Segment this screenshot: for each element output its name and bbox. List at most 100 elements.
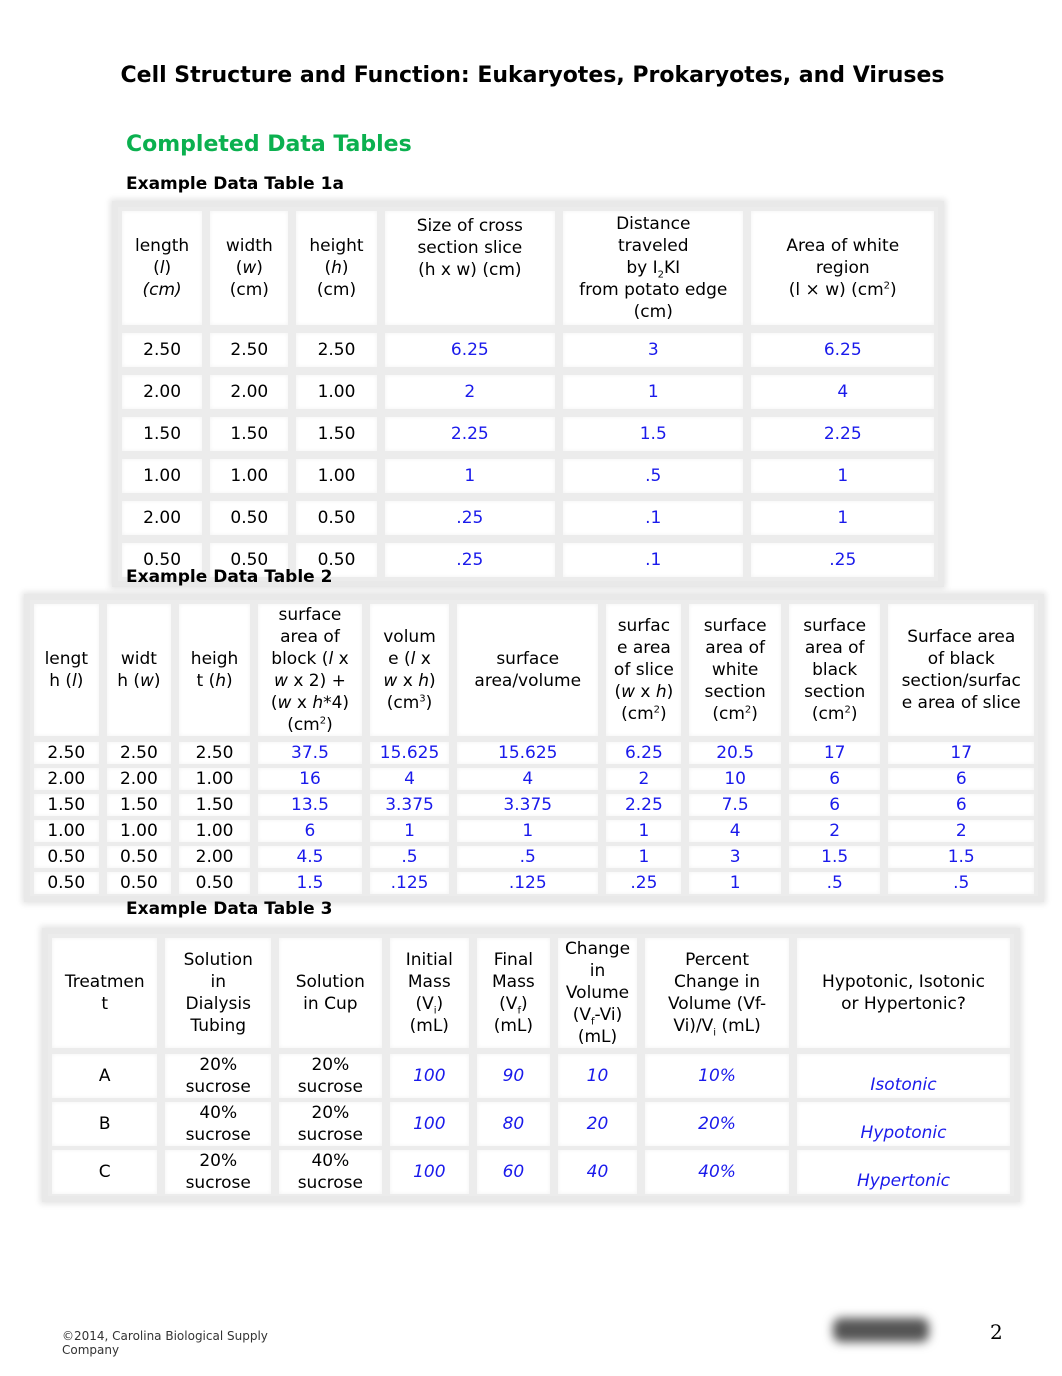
table-cell: 1.5 (253, 870, 366, 896)
table-cell: 100 (385, 1100, 473, 1148)
table3-header-row: Treatmen t Solution in Dialysis Tubing Solut… (48, 934, 1014, 1052)
table-cell: 2.50 (175, 740, 254, 766)
table-cell: 4 (453, 766, 603, 792)
table-cell: 20% sucrose (161, 1052, 275, 1100)
table-row: 1.50 1.50 1.50 2.25 1.5 2.25 (118, 413, 938, 455)
table-cell: 20% sucrose (161, 1148, 275, 1196)
table-cell: .5 (365, 844, 454, 870)
table-cell: 40% (641, 1148, 794, 1196)
table-row: B 40% sucrose 20% sucrose 100 80 20 20% Hypoton… (48, 1100, 1014, 1148)
table-cell: .5 (559, 455, 748, 497)
table-cell: .5 (884, 870, 1038, 896)
table-cell: 6 (884, 792, 1038, 818)
table-cell: 20% sucrose (274, 1052, 386, 1100)
data-table-3: Treatmen t Solution in Dialysis Tubing Solut… (42, 928, 1020, 1202)
table2-header-row: lengt h (l) widt h (w) heigh t (h) surface a… (30, 600, 1038, 740)
table-cell: 6.25 (380, 329, 560, 371)
t3-header-percent: Percent Change in Volume (Vf- Vi)/Vi (mL) (641, 934, 794, 1052)
table-cell: 20.5 (685, 740, 785, 766)
table-cell: 2 (784, 818, 885, 844)
t2-header-ratio: Surface area of black section/surfac e area… (884, 600, 1038, 740)
t2-header-sa-volume: surface area/volume (453, 600, 603, 740)
table-cell: .25 (380, 497, 560, 539)
table-cell: 7.5 (685, 792, 785, 818)
page-number: 2 (990, 1320, 1003, 1344)
table-cell: 3.375 (453, 792, 603, 818)
t2-header-width: widt h (w) (102, 600, 176, 740)
table-cell: 2.25 (602, 792, 686, 818)
table-cell: 1.00 (175, 766, 254, 792)
table-cell: 1 (602, 818, 686, 844)
t1-header-white-area: Area of white region (l × w) (cm2) (747, 207, 938, 329)
table-row: A 20% sucrose 20% sucrose 100 90 10 10% Isotoni… (48, 1052, 1014, 1100)
table-cell: 13.5 (253, 792, 366, 818)
table-cell: 40% sucrose (274, 1148, 386, 1196)
document-title: Cell Structure and Function: Eukaryotes,… (120, 63, 945, 88)
table-cell: 1 (747, 455, 938, 497)
table-row: 2.00 2.00 1.00 2 1 4 (118, 371, 938, 413)
table-cell: 2 (602, 766, 686, 792)
table2-caption: Example Data Table 2 (126, 567, 333, 587)
t1-header-height: height (h) (cm) (292, 207, 381, 329)
table-cell: 60 (472, 1148, 554, 1196)
table-cell: 0.50 (102, 870, 176, 896)
table-row: 1.00 1.00 1.00 6 1 1 1 4 2 2 (30, 818, 1038, 844)
table-cell: 1.00 (206, 455, 293, 497)
table-row: 2.50 2.50 2.50 37.5 15.625 15.625 6.25 20.5 17 17 (30, 740, 1038, 766)
t2-header-block-sa: surface area of block (l xw x 2) + (w x h*4… (253, 600, 366, 740)
table-cell: 10 (553, 1052, 642, 1100)
table-cell: 1 (602, 844, 686, 870)
table-cell: 2.50 (30, 740, 103, 766)
t2-header-black-sa: surface area of black section (cm2) (784, 600, 885, 740)
table-cell: C (48, 1148, 162, 1196)
table-cell: 90 (472, 1052, 554, 1100)
t1-header-length: length (l) (cm) (118, 207, 207, 329)
table-cell: 4 (685, 818, 785, 844)
table-cell: 1.00 (292, 371, 381, 413)
t3-header-change: Change in Volume (Vf-Vi) (mL) (553, 934, 642, 1052)
table-cell: 1.50 (292, 413, 381, 455)
table-cell: 4 (365, 766, 454, 792)
table-cell: 6.25 (602, 740, 686, 766)
table-cell: 20% (641, 1100, 794, 1148)
table-cell: 2 (380, 371, 560, 413)
t2-header-height: heigh t (h) (175, 600, 254, 740)
table-cell: .25 (747, 539, 938, 581)
table-cell: 10 (685, 766, 785, 792)
t3-header-tubing: Solution in Dialysis Tubing (161, 934, 275, 1052)
t2-header-volume: volum e (l xw x h) (cm3) (365, 600, 454, 740)
t2-header-slice-sa: surfac e area of slice (w x h) (cm2) (602, 600, 686, 740)
data-table-1a: length (l) (cm) width (w) (cm) height (h) (cm)… (112, 201, 944, 587)
t3-header-initial: Initial Mass (Vi) (mL) (385, 934, 473, 1052)
table-cell: .125 (365, 870, 454, 896)
table-cell: 20 (553, 1100, 642, 1148)
table-cell: 15.625 (453, 740, 603, 766)
table-cell: .1 (559, 497, 748, 539)
table-cell: 3.375 (365, 792, 454, 818)
table-cell: .5 (453, 844, 603, 870)
table-cell: .125 (453, 870, 603, 896)
table-row: 2.00 0.50 0.50.25.1 1 (118, 497, 938, 539)
t3-header-final: Final Mass (Vf) (mL) (472, 934, 554, 1052)
table-cell: 16 (253, 766, 366, 792)
table-cell: 2.00 (206, 371, 293, 413)
copyright-footer: ©2014, Carolina Biological Supply Compan… (62, 1329, 268, 1357)
table-cell: 1 (453, 818, 603, 844)
table-cell: 17 (784, 740, 885, 766)
table-cell: 1.50 (206, 413, 293, 455)
table-cell: 1.5 (784, 844, 885, 870)
table-cell: .25 (602, 870, 686, 896)
table-cell: 2 (884, 818, 1038, 844)
table-cell: .25 (380, 539, 560, 581)
table-cell: 0.50 (292, 497, 381, 539)
table1a-caption: Example Data Table 1a (126, 174, 344, 194)
table-cell: 20% sucrose (274, 1100, 386, 1148)
table-cell: 0.50 (206, 497, 293, 539)
data-table-2: lengt h (l) widt h (w) heigh t (h) surface a… (24, 594, 1044, 902)
redacted-logo (833, 1318, 929, 1342)
table-cell: 2.00 (102, 766, 176, 792)
table-cell: 1.00 (118, 455, 207, 497)
t3-header-cup: Solution in Cup (274, 934, 386, 1052)
table-cell: 10% (641, 1052, 794, 1100)
table-cell: 1 (559, 371, 748, 413)
